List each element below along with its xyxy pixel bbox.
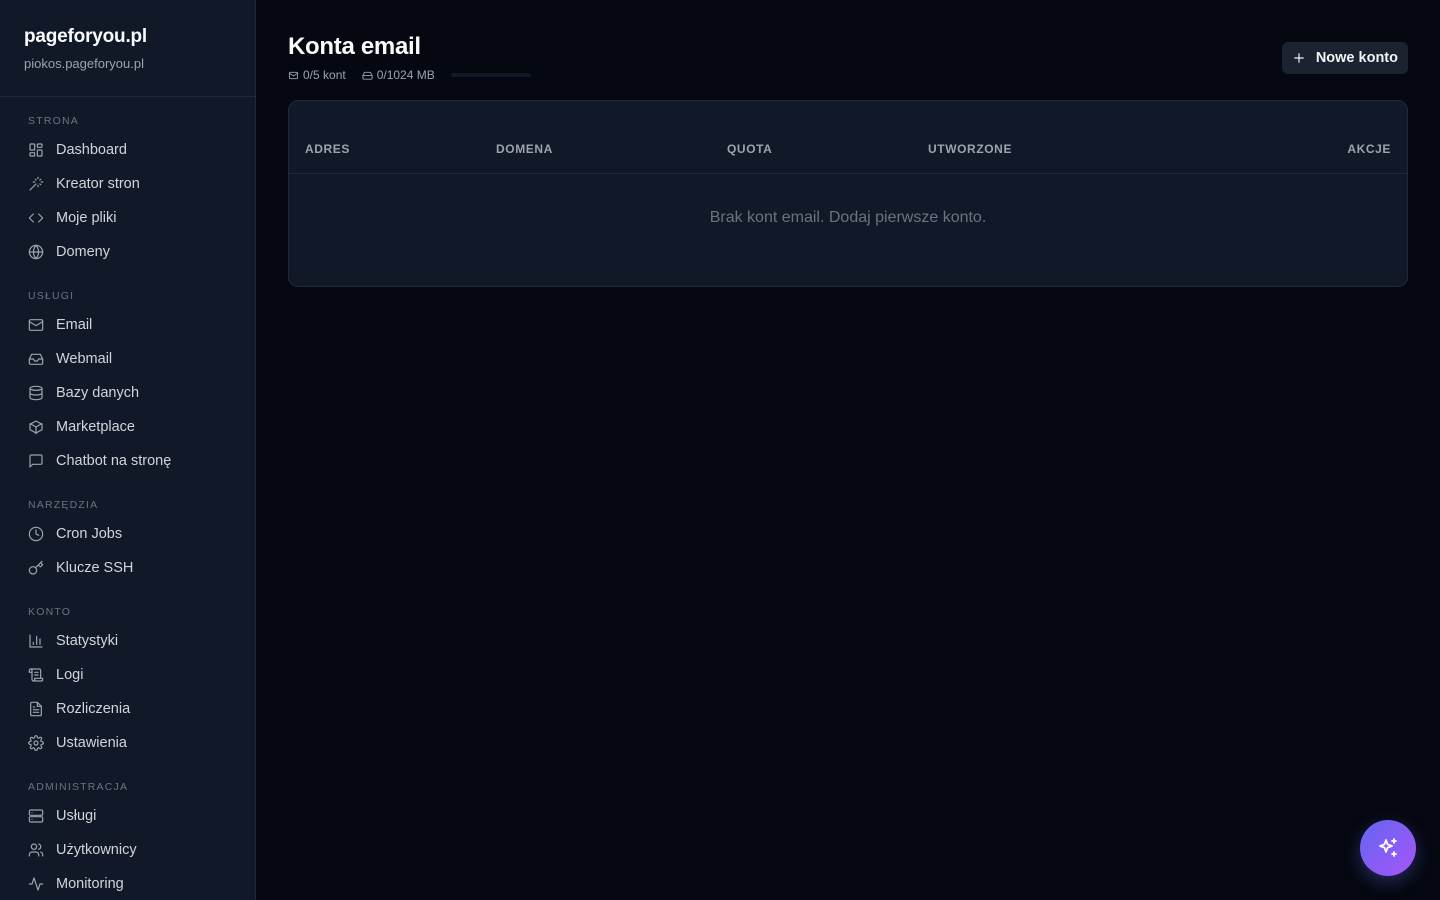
- hard-drive-icon: [362, 71, 373, 80]
- sidebar-item-statystyki[interactable]: Statystyki: [12, 624, 243, 658]
- sidebar-item-domeny[interactable]: Domeny: [12, 235, 243, 269]
- table-header: ADRES DOMENA QUOTA UTWORZONE AKCJE: [289, 101, 1407, 174]
- sidebar-item-email[interactable]: Email: [12, 308, 243, 342]
- sidebar-section-label: NARZĘDZIA: [28, 499, 99, 511]
- column-header-domain: DOMENA: [496, 142, 553, 156]
- sidebar-section-label: STRONA: [28, 115, 79, 127]
- sidebar-item-użytkownicy[interactable]: Użytkownicy: [12, 833, 243, 867]
- sidebar-section: USŁUGI Email Webmail Bazy danych Marketplace…: [12, 289, 243, 478]
- sidebar-item-chatbot-na-stronę[interactable]: Chatbot na stronę: [12, 444, 243, 478]
- main-content: Konta email 0/5 kont 0/1024 MB Nowe kont…: [256, 0, 1440, 900]
- sidebar-section: KONTO Statystyki Logi Rozliczenia Ustawienia: [12, 605, 243, 760]
- sidebar-section: NARZĘDZIA Cron Jobs Klucze SSH: [12, 498, 243, 585]
- sidebar-nav: STRONA Dashboard Kreator stron Moje pliki Do…: [0, 114, 255, 900]
- server-icon: [28, 808, 44, 824]
- sidebar-item-label: Moje pliki: [56, 210, 117, 226]
- accounts-stat: 0/5 kont: [288, 68, 346, 82]
- column-header-created: UTWORZONE: [928, 142, 1013, 156]
- plus-icon: [1294, 53, 1304, 63]
- sidebar-item-label: Usługi: [56, 808, 97, 824]
- sidebar-item-bazy-danych[interactable]: Bazy danych: [12, 376, 243, 410]
- wand-icon: [28, 176, 44, 192]
- brand-subdomain: piokos.pageforyou.pl: [24, 56, 144, 71]
- sidebar-section: STRONA Dashboard Kreator stron Moje pliki Do…: [12, 114, 243, 269]
- mail-icon: [288, 71, 299, 79]
- activity-icon: [28, 876, 44, 892]
- sidebar-item-kreator-stron[interactable]: Kreator stron: [12, 167, 243, 201]
- sidebar-item-logi[interactable]: Logi: [12, 658, 243, 692]
- gear-icon: [28, 735, 44, 751]
- sidebar: pageforyou.pl piokos.pageforyou.pl STRON…: [0, 0, 256, 900]
- sidebar-item-label: Statystyki: [56, 633, 119, 649]
- chat-icon: [28, 453, 44, 469]
- sidebar-item-usługi[interactable]: Usługi: [12, 799, 243, 833]
- empty-state-message: Brak kont email. Dodaj pierwsze konto.: [709, 209, 987, 226]
- scroll-icon: [28, 667, 44, 683]
- clock-icon: [28, 526, 44, 542]
- users-icon: [28, 842, 44, 858]
- sidebar-item-ustawienia[interactable]: Ustawienia: [12, 726, 243, 760]
- sidebar-item-label: Bazy danych: [56, 385, 140, 401]
- sidebar-section: ADMINISTRACJA Usługi Użytkownicy Monitoring…: [12, 780, 243, 900]
- sidebar-item-label: Użytkownicy: [56, 842, 137, 858]
- brand: pageforyou.pl piokos.pageforyou.pl: [0, 0, 255, 97]
- sidebar-item-label: Klucze SSH: [56, 560, 134, 576]
- column-header-address: ADRES: [305, 142, 351, 156]
- bar-chart-icon: [28, 633, 44, 649]
- storage-progress-bar: [450, 73, 531, 77]
- package-icon: [28, 419, 44, 435]
- code-icon: [28, 210, 44, 226]
- sidebar-section-label: ADMINISTRACJA: [28, 781, 129, 793]
- brand-title: pageforyou.pl: [24, 26, 148, 47]
- sidebar-item-label: Kreator stron: [56, 176, 140, 192]
- file-icon: [28, 701, 44, 717]
- sidebar-item-klucze-ssh[interactable]: Klucze SSH: [12, 551, 243, 585]
- sidebar-item-moje-pliki[interactable]: Moje pliki: [12, 201, 243, 235]
- key-icon: [28, 560, 44, 576]
- accounts-stat-text: 0/5 kont: [303, 68, 346, 82]
- sparkles-icon: [1379, 838, 1397, 857]
- sidebar-item-label: Monitoring: [56, 876, 124, 892]
- storage-stat: 0/1024 MB: [362, 68, 435, 82]
- usage-stats: 0/5 kont 0/1024 MB: [288, 68, 531, 82]
- sidebar-item-label: Email: [56, 317, 93, 333]
- inbox-icon: [28, 351, 44, 367]
- sidebar-item-webmail[interactable]: Webmail: [12, 342, 243, 376]
- new-account-button[interactable]: Nowe konto: [1281, 42, 1408, 74]
- email-accounts-table: ADRES DOMENA QUOTA UTWORZONE AKCJE Brak …: [288, 100, 1408, 287]
- sidebar-item-marketplace[interactable]: Marketplace: [12, 410, 243, 444]
- sidebar-item-label: Marketplace: [56, 419, 135, 435]
- new-account-button-label: Nowe konto: [1315, 50, 1398, 66]
- mail-icon: [28, 317, 44, 333]
- sidebar-item-label: Logi: [56, 667, 84, 683]
- dashboard-icon: [28, 142, 44, 158]
- sidebar-section-label: USŁUGI: [28, 290, 75, 302]
- sidebar-item-label: Ustawienia: [56, 735, 127, 751]
- sidebar-item-label: Cron Jobs: [56, 526, 123, 542]
- sidebar-item-label: Webmail: [56, 351, 113, 367]
- sidebar-item-cron-jobs[interactable]: Cron Jobs: [12, 517, 243, 551]
- sidebar-item-label: Domeny: [56, 244, 110, 260]
- sidebar-section-label: KONTO: [28, 606, 72, 618]
- globe-icon: [28, 244, 44, 260]
- ai-assistant-button[interactable]: [1360, 820, 1416, 876]
- sidebar-item-label: Rozliczenia: [56, 701, 131, 717]
- column-header-actions: AKCJE: [1347, 142, 1391, 156]
- storage-stat-text: 0/1024 MB: [376, 68, 435, 82]
- page-title: Konta email: [288, 33, 421, 60]
- sidebar-item-rozliczenia[interactable]: Rozliczenia: [12, 692, 243, 726]
- sidebar-item-monitoring[interactable]: Monitoring: [12, 867, 243, 900]
- sidebar-item-label: Chatbot na stronę: [56, 453, 172, 469]
- column-header-quota: QUOTA: [727, 142, 773, 156]
- database-icon: [28, 385, 44, 401]
- sidebar-item-dashboard[interactable]: Dashboard: [12, 133, 243, 167]
- sidebar-item-label: Dashboard: [56, 142, 127, 158]
